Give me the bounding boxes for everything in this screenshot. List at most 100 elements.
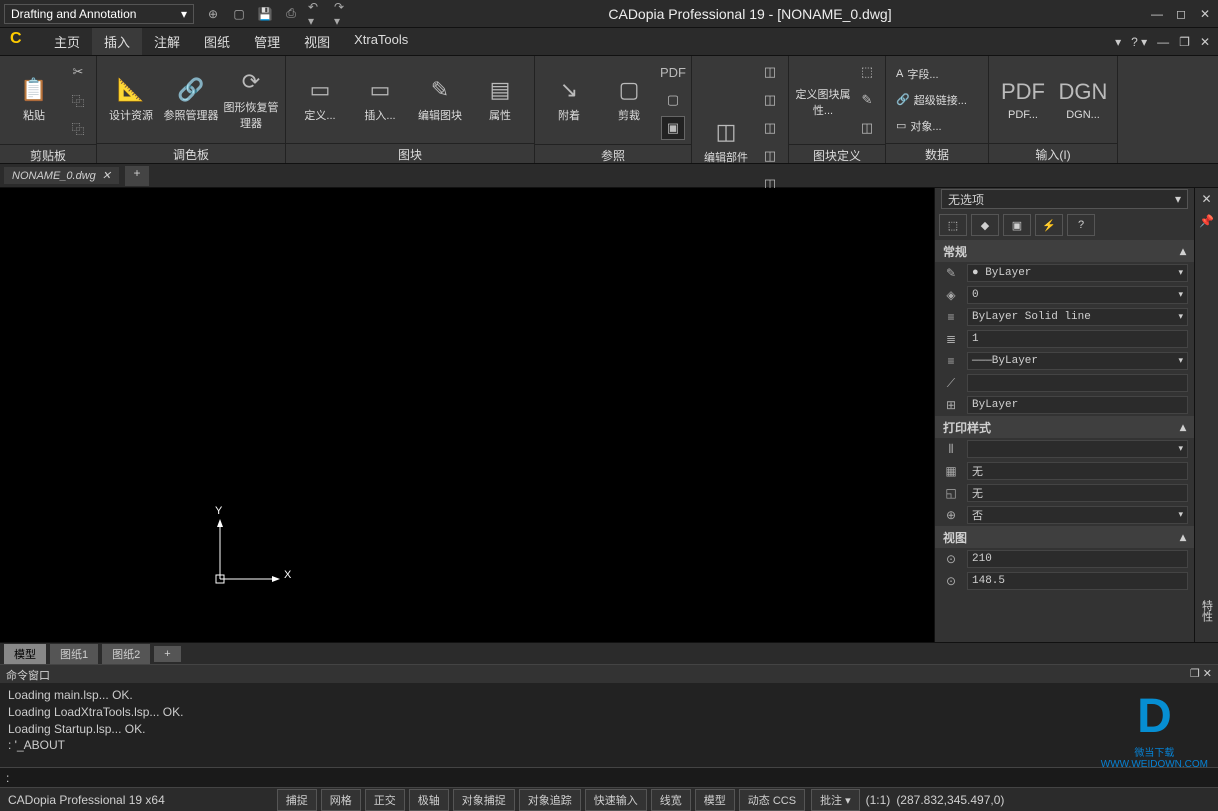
- prop-value[interactable]: [967, 374, 1188, 392]
- ribbon-link-对象...[interactable]: ▭对象...: [892, 115, 982, 137]
- properties-tab-label[interactable]: 特性: [1199, 600, 1215, 622]
- panel-close-icon[interactable]: ✕: [1201, 192, 1211, 206]
- app-logo-icon[interactable]: [8, 30, 32, 54]
- prop-section-常规[interactable]: 常规▴: [935, 240, 1194, 262]
- dropdown-icon[interactable]: ▾: [1115, 35, 1121, 49]
- qat-print-icon[interactable]: ⎙: [282, 5, 300, 23]
- prop-tool-2[interactable]: ◆: [971, 214, 999, 236]
- qat-open-icon[interactable]: ▢: [230, 5, 248, 23]
- ribbon-button-定义...[interactable]: ▭定义...: [292, 61, 348, 139]
- ribbon-panel-图块: ▭定义...▭插入...✎编辑图块▤属性图块: [286, 56, 535, 163]
- ribbon-small-图块定义-1[interactable]: ✎: [855, 88, 879, 112]
- ribbon-button-粘贴[interactable]: 📋粘贴: [6, 61, 62, 139]
- cmd-close-icon[interactable]: ✕: [1203, 668, 1212, 680]
- mdi-minimize-button[interactable]: —: [1157, 35, 1169, 49]
- ribbon-button-编辑图块[interactable]: ✎编辑图块: [412, 61, 468, 139]
- maximize-button[interactable]: ◻: [1172, 7, 1190, 21]
- ribbon-small-图块定义-0[interactable]: ⬚: [855, 60, 879, 84]
- ribbon-button-定义图块属性...[interactable]: 定义图块属性...: [795, 61, 851, 139]
- sheet-tab-模型[interactable]: 模型: [4, 644, 46, 664]
- ribbon-button-PDF...[interactable]: PDFPDF...: [995, 61, 1051, 139]
- selection-filter[interactable]: 无选项▾: [941, 189, 1188, 209]
- menu-tab-图纸[interactable]: 图纸: [192, 28, 242, 55]
- prop-tool-3[interactable]: ▣: [1003, 214, 1031, 236]
- ribbon-button-DGN...[interactable]: DGNDGN...: [1055, 61, 1111, 139]
- prop-tool-4[interactable]: ⚡: [1035, 214, 1063, 236]
- mdi-close-button[interactable]: ✕: [1200, 35, 1210, 49]
- prop-value[interactable]: 210: [967, 550, 1188, 568]
- prop-value[interactable]: 1: [967, 330, 1188, 348]
- prop-help[interactable]: ?: [1067, 214, 1095, 236]
- new-tab-button[interactable]: +: [125, 166, 149, 186]
- ribbon-small-参照-1[interactable]: ▢: [661, 88, 685, 112]
- DGN...-icon: DGN: [1059, 79, 1108, 105]
- mdi-restore-button[interactable]: ❐: [1179, 35, 1190, 49]
- prop-value[interactable]: ● ByLayer: [967, 264, 1188, 282]
- close-button[interactable]: ✕: [1196, 7, 1214, 21]
- prop-value[interactable]: 0: [967, 286, 1188, 304]
- qat-save-icon[interactable]: 💾: [256, 5, 274, 23]
- sheet-tab-图纸2[interactable]: 图纸2: [102, 644, 150, 664]
- menu-tab-主页[interactable]: 主页: [42, 28, 92, 55]
- ribbon-button-插入...[interactable]: ▭插入...: [352, 61, 408, 139]
- menu-tab-管理[interactable]: 管理: [242, 28, 292, 55]
- ribbon-small-部件-1[interactable]: ◫: [758, 88, 782, 112]
- ribbon-small-剪贴板-0[interactable]: ✂: [66, 60, 90, 84]
- prop-value[interactable]: 无: [967, 462, 1188, 480]
- ribbon-small-剪贴板-1[interactable]: ⿻: [66, 88, 90, 112]
- add-sheet-button[interactable]: +: [154, 646, 180, 662]
- help-icon[interactable]: ? ▾: [1131, 35, 1147, 49]
- ribbon-button-属性[interactable]: ▤属性: [472, 61, 528, 139]
- ribbon-button-图形恢复管理器[interactable]: ⟳图形恢复管理器: [223, 61, 279, 139]
- panel-pin-icon[interactable]: 📌: [1199, 214, 1214, 228]
- document-tab[interactable]: NONAME_0.dwg ✕: [4, 167, 119, 184]
- ribbon-link-超级链接...[interactable]: 🔗超级链接...: [892, 89, 982, 111]
- ribbon-small-部件-0[interactable]: ◫: [758, 60, 782, 84]
- menu-tab-XtraTools[interactable]: XtraTools: [342, 28, 420, 55]
- prop-value[interactable]: [967, 440, 1188, 458]
- ribbon-small-参照-2[interactable]: ▣: [661, 116, 685, 140]
- ribbon-button-编辑部件[interactable]: ◫编辑部件: [698, 103, 754, 181]
- ribbon-button-设计资源[interactable]: 📐设计资源: [103, 61, 159, 139]
- prop-value[interactable]: ———ByLayer: [967, 352, 1188, 370]
- title-bar: Drafting and Annotation▾ ⊕ ▢ 💾 ⎙ ↶ ▾ ↷ ▾…: [0, 0, 1218, 28]
- minimize-button[interactable]: —: [1148, 7, 1166, 21]
- menu-tab-插入[interactable]: 插入: [92, 28, 142, 55]
- ribbon-small-部件-2[interactable]: ◫: [758, 116, 782, 140]
- ribbon-small-部件-3[interactable]: ◫: [758, 144, 782, 168]
- menu-tab-视图[interactable]: 视图: [292, 28, 342, 55]
- ribbon-small-参照-0[interactable]: PDF: [661, 60, 685, 84]
- prop-value[interactable]: 148.5: [967, 572, 1188, 590]
- prop-tool-1[interactable]: ⬚: [939, 214, 967, 236]
- ribbon-button-附着[interactable]: ↘附着: [541, 61, 597, 139]
- qat-redo-icon[interactable]: ↷ ▾: [334, 5, 352, 23]
- prop-row: ⊙210: [935, 548, 1194, 570]
- ribbon-button-剪裁[interactable]: ▢剪裁: [601, 61, 657, 139]
- ribbon-link-字段...[interactable]: A字段...: [892, 63, 982, 85]
- tab-close-icon[interactable]: ✕: [102, 169, 111, 182]
- prop-value[interactable]: 无: [967, 484, 1188, 502]
- workspace-selector[interactable]: Drafting and Annotation▾: [4, 4, 194, 24]
- prop-section-视图[interactable]: 视图▴: [935, 526, 1194, 548]
- cmd-dock-icon[interactable]: ❐: [1190, 668, 1200, 680]
- sheet-tab-图纸1[interactable]: 图纸1: [50, 644, 98, 664]
- prop-value[interactable]: ByLayer: [967, 396, 1188, 414]
- command-input[interactable]: :: [0, 767, 1218, 787]
- prop-row: ▦无: [935, 460, 1194, 482]
- ribbon-small-剪贴板-2[interactable]: ⿻: [66, 116, 90, 140]
- prop-value[interactable]: ByLayer Solid line: [967, 308, 1188, 326]
- prop-row: ≡———ByLayer: [935, 350, 1194, 372]
- prop-row: ⟋: [935, 372, 1194, 394]
- qat-new-icon[interactable]: ⊕: [204, 5, 222, 23]
- drawing-canvas[interactable]: Y X: [0, 188, 934, 642]
- ribbon-button-参照管理器[interactable]: 🔗参照管理器: [163, 61, 219, 139]
- ribbon-small-图块定义-2[interactable]: ◫: [855, 116, 879, 140]
- 粘贴-icon: 📋: [20, 77, 47, 103]
- prop-value[interactable]: 否: [967, 506, 1188, 524]
- menu-tab-注解[interactable]: 注解: [142, 28, 192, 55]
- panel-title: 剪贴板: [0, 144, 96, 164]
- prop-icon: ≣: [941, 332, 961, 346]
- panel-title: 数据: [886, 143, 988, 163]
- prop-section-打印样式[interactable]: 打印样式▴: [935, 416, 1194, 438]
- qat-undo-icon[interactable]: ↶ ▾: [308, 5, 326, 23]
